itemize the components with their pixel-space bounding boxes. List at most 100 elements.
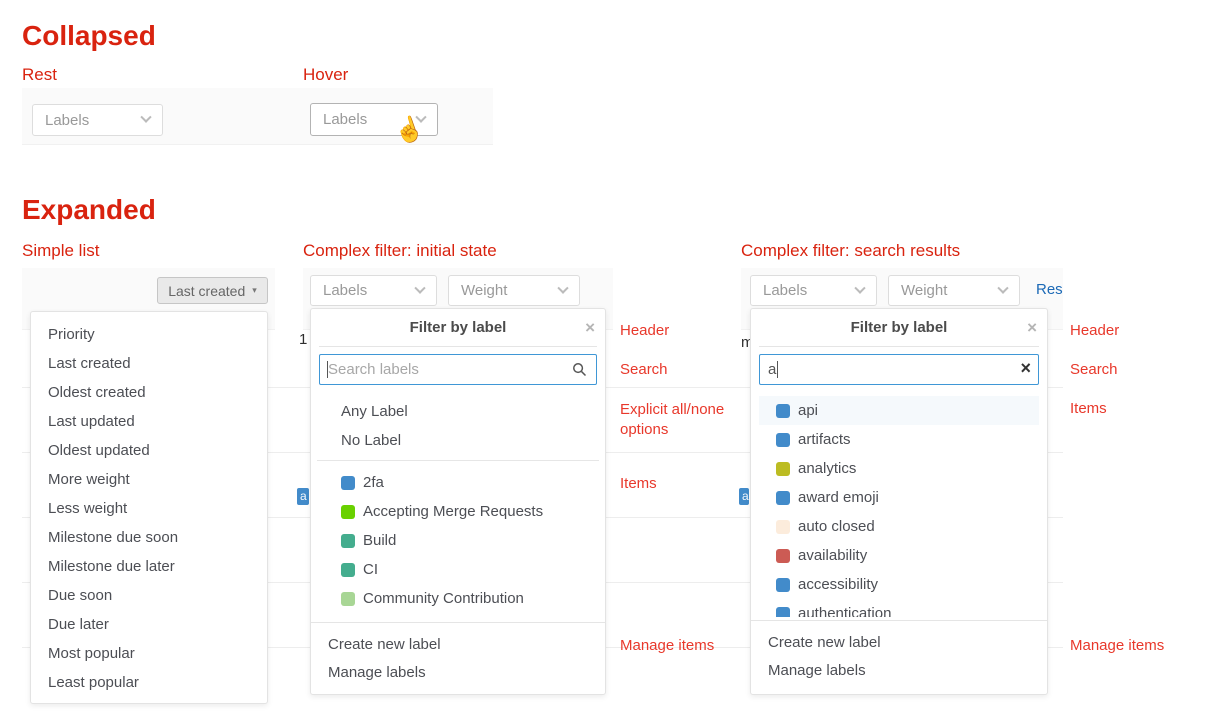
dropdown-label: Labels (763, 282, 807, 299)
list-item[interactable]: Last created (31, 349, 267, 378)
label-name: Accepting Merge Requests (363, 497, 543, 526)
label-items-list: 2fa Accepting Merge Requests Build CI Co… (311, 466, 605, 619)
chevron-down-icon (140, 112, 151, 123)
list-item[interactable]: Oldest created (31, 378, 267, 407)
label-item[interactable]: availability (759, 541, 1039, 570)
list-item[interactable]: Due later (31, 610, 267, 639)
chevron-down-icon (854, 282, 865, 293)
simple-list-dropdown-panel: Priority Last created Oldest created Las… (30, 311, 268, 704)
label-name: award emoji (798, 483, 879, 512)
close-icon[interactable]: × (1027, 309, 1037, 347)
label-item[interactable]: analytics (759, 454, 1039, 483)
list-item[interactable]: Due soon (31, 581, 267, 610)
annotation-header: Header (620, 322, 669, 339)
sort-dropdown-button[interactable]: Last created ▾ (157, 277, 268, 304)
label-item[interactable]: 2fa (311, 468, 605, 497)
simple-list: Priority Last created Oldest created Las… (31, 312, 267, 705)
clipped-result-row: authentication (751, 599, 1047, 617)
clear-search-icon[interactable]: × (1020, 358, 1031, 379)
label-color-swatch (776, 404, 790, 418)
label-search-row: × (751, 347, 1047, 392)
label-filter-panel-search: Filter by label × × api artifacts analyt… (750, 308, 1048, 695)
label-item[interactable]: award emoji (759, 483, 1039, 512)
chevron-down-icon (997, 282, 1008, 293)
label-item[interactable]: authentication (759, 599, 1039, 617)
label-name: accessibility (798, 570, 878, 599)
label-item[interactable]: Community Contribution (311, 584, 605, 613)
example-label-rest: Rest (22, 65, 57, 85)
panel-title: Filter by label (851, 319, 948, 336)
reset-link[interactable]: Res (1036, 281, 1063, 298)
list-item[interactable]: Any Label (311, 397, 605, 426)
label-color-swatch (776, 520, 790, 534)
label-name: Build (363, 526, 396, 555)
text-caret (327, 361, 328, 378)
panel-footer: Create new label Manage labels (311, 622, 605, 687)
annotation-all-none: Explicit all/none options (620, 400, 738, 440)
section-title-expanded: Expanded (22, 194, 156, 226)
labels-dropdown-rest[interactable]: Labels (32, 104, 163, 136)
footer-link[interactable]: Manage labels (311, 659, 605, 687)
annotation-items: Items (1070, 400, 1107, 417)
labels-filter-dropdown[interactable]: Labels (750, 275, 877, 306)
example-label-hover: Hover (303, 65, 348, 85)
section-title-collapsed: Collapsed (22, 20, 156, 52)
label-item[interactable]: Accepting Merge Requests (311, 497, 605, 526)
label-item[interactable]: accessibility (759, 570, 1039, 599)
panel-footer: Create new label Manage labels (751, 620, 1047, 685)
label-color-swatch (776, 433, 790, 447)
example-label-complex-initial: Complex filter: initial state (303, 241, 497, 261)
close-icon[interactable]: × (585, 309, 595, 347)
label-color-swatch (776, 578, 790, 592)
all-none-options-list: Any Label No Label (311, 392, 605, 455)
list-item[interactable]: Less weight (31, 494, 267, 523)
label-name: artifacts (798, 425, 851, 454)
list-item[interactable]: Last updated (31, 407, 267, 436)
list-item[interactable]: Oldest updated (31, 436, 267, 465)
search-results-list: api artifacts analytics award emoji auto… (751, 392, 1047, 599)
list-item[interactable]: More weight (31, 465, 267, 494)
list-item[interactable]: Most popular (31, 639, 267, 668)
label-name: Community Contribution (363, 584, 524, 613)
list-item[interactable]: Priority (31, 320, 267, 349)
label-search-row (311, 347, 605, 392)
label-item[interactable]: artifacts (759, 425, 1039, 454)
label-color-swatch (341, 534, 355, 548)
label-name: 2fa (363, 468, 384, 497)
list-item[interactable]: Milestone due later (31, 552, 267, 581)
label-search-input[interactable] (759, 354, 1039, 385)
footer-link[interactable]: Manage labels (751, 657, 1047, 685)
label-search-input[interactable] (319, 354, 597, 385)
dropdown-label: Labels (323, 111, 367, 128)
caret-down-icon: ▾ (252, 285, 257, 296)
search-icon (572, 362, 587, 382)
weight-filter-dropdown[interactable]: Weight (448, 275, 580, 306)
weight-filter-dropdown[interactable]: Weight (888, 275, 1020, 306)
dropdown-label: Labels (45, 112, 89, 129)
list-item[interactable]: Least popular (31, 668, 267, 697)
dropdown-label: Weight (901, 282, 947, 299)
label-item[interactable]: CI (311, 555, 605, 584)
panel-header: Filter by label × (759, 309, 1039, 347)
label-item[interactable]: Build (311, 526, 605, 555)
divider (317, 460, 599, 461)
label-item[interactable]: auto closed (759, 512, 1039, 541)
sort-dropdown-label: Last created (168, 283, 245, 299)
background-label-chip: a (297, 488, 309, 505)
footer-link[interactable]: Create new label (751, 629, 1047, 657)
label-color-swatch (776, 549, 790, 563)
footer-link[interactable]: Create new label (311, 631, 605, 659)
text-caret (777, 361, 778, 378)
panel-header: Filter by label × (319, 309, 597, 347)
panel-title: Filter by label (410, 319, 507, 336)
annotation-manage-items: Manage items (1070, 637, 1164, 654)
annotation-manage-items: Manage items (620, 637, 714, 654)
label-name: auto closed (798, 512, 875, 541)
list-item[interactable]: No Label (311, 426, 605, 455)
label-filter-panel-initial: Filter by label × Any Label No Label 2fa… (310, 308, 606, 695)
labels-filter-dropdown[interactable]: Labels (310, 275, 437, 306)
list-item[interactable]: Milestone due soon (31, 523, 267, 552)
label-color-swatch (341, 592, 355, 606)
label-item[interactable]: api (759, 396, 1039, 425)
label-color-swatch (341, 563, 355, 577)
